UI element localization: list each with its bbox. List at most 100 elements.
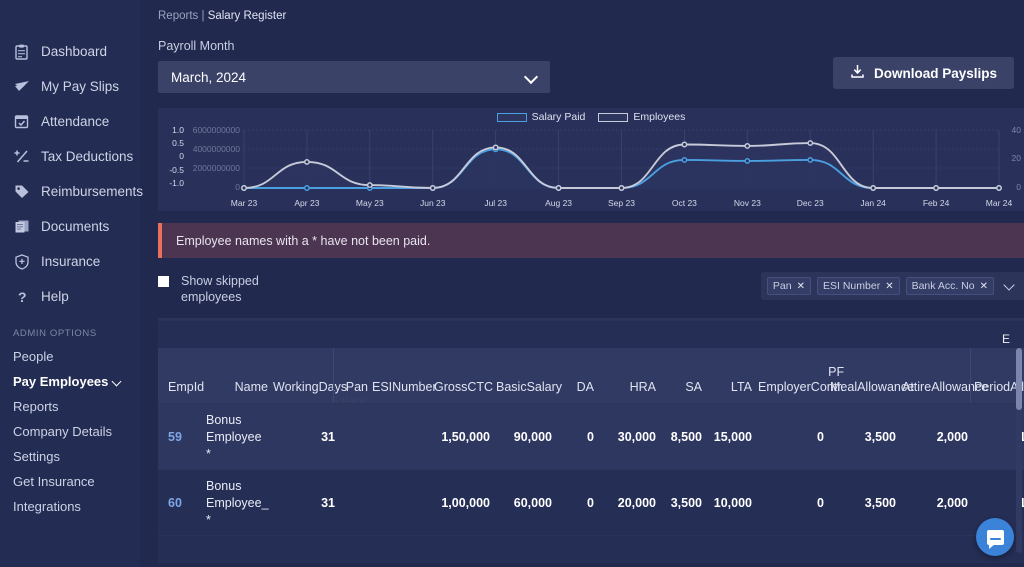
sidebar-item-tax-deductions[interactable]: Tax Deductions [0,139,140,174]
chart-xtick: Sep 23 [608,198,635,208]
table-column-header[interactable]: Name [206,348,268,403]
table-row-partial[interactable] [158,535,1024,557]
table-column-header[interactable]: Basic Salary [496,348,562,403]
sidebar-item-people[interactable]: People [0,344,140,369]
salary-register-table: E Salary EmpId Name WorkingDays Pan ESINum… [158,318,1024,563]
table-cell-sa: 8,500 [670,429,702,444]
table-column-header[interactable]: Gross CTC [434,348,494,403]
sidebar-item-label: Dashboard [41,44,108,59]
chevron-down-icon[interactable] [1004,280,1016,292]
table-cell-emp-id[interactable]: 59 [168,404,196,470]
chat-bubble-icon[interactable] [976,518,1014,556]
table-column-header[interactable]: SA [662,348,702,403]
header-line1: Basic [496,380,527,394]
table-cell-meal-allowance: 3,500 [864,429,896,444]
table-column-header[interactable]: LTA [706,348,752,403]
download-payslips-label: Download Payslips [873,65,997,81]
sidebar-item-my-pay-slips[interactable]: My Pay Slips [0,69,140,104]
column-group-divider [970,348,971,403]
header-line1: Attire [902,380,932,394]
sidebar-item-label: Reports [13,399,59,414]
chat-glyph [986,529,1004,549]
show-skipped-checkbox[interactable] [158,276,169,287]
column-filter-chips: Pan ✕ ESI Number ✕ Bank Acc. No ✕ [760,272,1024,300]
sidebar-item-get-insurance[interactable]: Get Insurance [0,469,140,494]
table-cell-attire-allowance: 2,000 [936,495,968,510]
breadcrumb-separator: | [201,10,205,22]
sidebar-item-integrations[interactable]: Integrations [0,494,140,519]
show-skipped-line1: Show skipped [181,274,259,288]
table-cell-pan [336,470,368,536]
chart-xtick: Jul 23 [484,198,507,208]
table-cell-da: 0 [587,429,594,444]
table-cell-basic-salary: 90,000 [513,429,552,444]
table-column-header[interactable]: Employer PF Contr. [758,348,844,403]
breadcrumb-parent[interactable]: Reports [158,10,198,22]
table-column-header[interactable]: Pan [336,348,368,403]
download-payslips-button[interactable]: Download Payslips [832,57,1014,89]
table-cell-gross-ctc: 1,50,000 [441,429,490,444]
table-column-header[interactable]: DA [558,348,594,403]
payroll-month-select[interactable]: March, 2024 [158,61,550,93]
header-line1 [206,380,235,395]
table-cell-esi-number [372,470,428,536]
header-line2: Number [392,380,437,394]
header-line2: CTC [467,380,494,394]
group-header-earnings: E [1001,332,1010,346]
filter-chip-esi-number[interactable]: ESI Number ✕ [817,277,900,295]
table-cell-da: 0 [587,495,594,510]
sidebar-item-settings[interactable]: Settings [0,444,140,469]
table-cell-employer-pf: 0 [817,495,824,510]
table-cell-employer-pf: 0 [817,429,824,444]
header-line1 [706,380,729,395]
table-cell-lta: 15,000 [713,429,752,444]
header-line1 [600,380,628,395]
table-column-header[interactable]: HRA [600,348,656,403]
sidebar-item-reports[interactable]: Reports [0,394,140,419]
header-line2: Name [234,380,268,394]
sidebar-item-dashboard[interactable]: Dashboard [0,34,140,69]
question-mark-icon: ? [13,288,30,305]
sidebar-item-documents[interactable]: Documents [0,209,140,244]
table-vertical-scrollbar[interactable] [1016,348,1022,553]
table-cell-working-days: 31 [321,429,335,444]
sidebar-item-label: Reimbursements [41,184,144,199]
alert-message: Employee names with a * have not been pa… [176,233,431,248]
header-line2: DA [576,380,594,394]
sidebar-item-reimbursements[interactable]: Reimbursements [0,174,144,209]
chart-xtick: Nov 23 [733,198,761,208]
header-line2: HRA [629,380,656,394]
sidebar-item-label: Settings [13,449,60,464]
sidebar-item-pay-employees[interactable]: Pay Employees [0,369,140,394]
header-line2: LTA [730,380,752,394]
table-cell-lta: 10,000 [713,495,752,510]
table-column-header[interactable]: Attire Allowance [902,348,988,403]
clipboard-icon [13,43,30,60]
table-group-header-row: E [158,318,1024,348]
table-cell-emp-id[interactable]: 60 [168,470,196,536]
chart-xtick: Mar 24 [985,198,1013,208]
admin-options-heading: ADMIN OPTIONS [13,328,97,339]
header-line1 [662,380,682,395]
filter-chip-bank-acc-no[interactable]: Bank Acc. No ✕ [905,277,994,295]
sidebar-item-insurance[interactable]: Insurance [0,244,140,279]
table-column-header[interactable]: Meal Allowance [830,348,914,403]
payroll-month-label: Payroll Month [158,39,235,53]
filter-chip-pan[interactable]: Pan ✕ [766,277,811,295]
table-cell-name: Bonus Employee_ * [206,478,269,527]
sidebar-item-help[interactable]: ? Help [0,279,140,314]
sidebar-item-attendance[interactable]: Attendance [0,104,140,139]
table-column-header[interactable]: Emp Id [168,348,204,403]
table-cell-hra: 30,000 [617,429,656,444]
chart-xtick: Jun 23 [419,198,446,208]
close-icon[interactable]: ✕ [980,281,988,292]
table-row[interactable]: 59 Bonus Employee * 31 1,50,000 90,000 0 30,00… [158,403,1024,469]
close-icon[interactable]: ✕ [797,281,805,292]
tag-icon [13,183,30,200]
close-icon[interactable]: ✕ [885,281,893,292]
table-column-header[interactable]: WorkingDays [273,348,347,403]
table-row[interactable]: 60 Bonus Employee_ * 31 1,00,000 60,000 0 20,0… [158,469,1024,535]
table-column-header[interactable]: ESI Number [372,348,437,403]
header-line1: Period [974,380,1011,394]
sidebar-item-company-details[interactable]: Company Details [0,419,140,444]
